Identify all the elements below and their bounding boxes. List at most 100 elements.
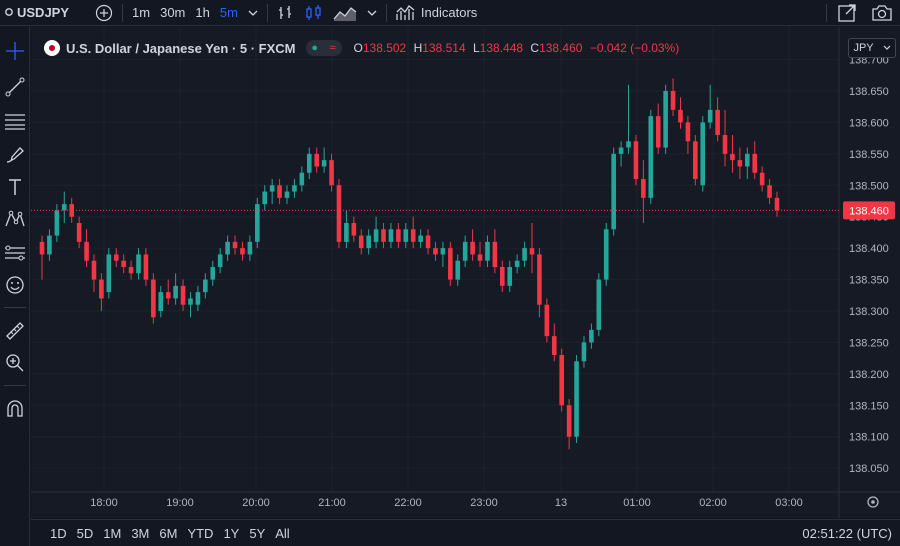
candle-body	[180, 285, 186, 305]
candle-body	[403, 229, 409, 242]
bottom-toolbar: 1D 5D 1M 3M 6M YTD 1Y 5Y All 02:51:22 (U…	[31, 519, 900, 546]
candle-body	[344, 223, 349, 242]
candle-body	[373, 229, 379, 242]
candle-body	[448, 248, 453, 280]
fullscreen-button[interactable]	[832, 0, 862, 26]
range-5y[interactable]: 5Y	[244, 526, 270, 541]
chart-pane[interactable]: 138.700 138.650 138.600 138.550 138.500 138.4…	[31, 27, 900, 518]
candle-body	[292, 185, 297, 192]
candle-body	[722, 135, 728, 154]
price-tick-label: 138.650	[849, 86, 889, 98]
ruler-icon	[6, 322, 24, 340]
range-5d[interactable]: 5D	[72, 526, 99, 541]
time-tick-label: 19:00	[166, 497, 194, 509]
utc-clock[interactable]: 02:51:22 (UTC)	[802, 526, 892, 541]
candle-body	[173, 285, 178, 299]
divider	[826, 4, 827, 22]
range-1d[interactable]: 1D	[45, 526, 72, 541]
snapshot-button[interactable]	[866, 0, 898, 26]
candle-body	[685, 122, 691, 142]
time-tick-label: 01:00	[623, 497, 651, 509]
candle-body	[136, 254, 141, 274]
divider	[4, 307, 26, 308]
candle-body	[358, 235, 364, 249]
candle-body	[217, 254, 223, 267]
interval-1h[interactable]: 1h	[190, 0, 214, 26]
candle-body	[151, 279, 156, 318]
price-tick-label: 138.550	[849, 149, 889, 161]
currency-flag-icon	[44, 40, 60, 56]
candle-body	[39, 241, 45, 255]
chart-type-dropdown[interactable]	[362, 0, 382, 26]
range-1y[interactable]: 1Y	[218, 526, 244, 541]
candle-body	[611, 153, 616, 230]
candle-body	[299, 172, 305, 186]
chevron-down-icon	[367, 10, 377, 16]
text-icon	[9, 179, 21, 195]
indicators-button[interactable]: Indicators	[391, 0, 482, 26]
candle-body	[396, 229, 401, 242]
magnet-tool[interactable]	[0, 397, 30, 421]
fib-tool[interactable]	[0, 109, 30, 133]
measure-tool[interactable]	[0, 319, 30, 343]
change-value: −0.042 (−0.03%)	[589, 41, 680, 55]
pattern-tool[interactable]	[0, 207, 30, 231]
legend-title[interactable]: U.S. Dollar / Japanese Yen · 5 · FXCM	[66, 41, 296, 56]
time-tick-label: 22:00	[394, 497, 422, 509]
candle-body	[433, 248, 438, 255]
bar-style-button[interactable]	[272, 0, 300, 26]
candle-body	[76, 223, 82, 242]
symbol-label: USDJPY	[17, 5, 70, 20]
last-price-label: 138.460	[849, 205, 889, 217]
interval-1m[interactable]: 1m	[127, 0, 155, 26]
approx-icon: ≈	[329, 42, 336, 54]
candle-body	[425, 235, 431, 249]
range-3m[interactable]: 3M	[126, 526, 154, 541]
time-tick-label: 21:00	[318, 497, 346, 509]
prediction-tool[interactable]	[0, 241, 30, 265]
candle-style-button[interactable]	[300, 0, 328, 26]
currency-select[interactable]: JPY	[848, 38, 896, 58]
range-ytd[interactable]: YTD	[182, 526, 218, 541]
interval-dropdown[interactable]	[243, 0, 263, 26]
interval-30m[interactable]: 30m	[155, 0, 190, 26]
candle-body	[188, 298, 193, 305]
market-status[interactable]: ● ≈	[305, 40, 342, 56]
candle-body	[143, 254, 149, 280]
open-value: 138.502	[362, 41, 407, 55]
crosshair-tool[interactable]	[0, 39, 30, 63]
range-1m[interactable]: 1M	[98, 526, 126, 541]
candle-body	[544, 304, 550, 337]
candle-body	[566, 405, 572, 437]
time-tick-label: 03:00	[775, 497, 803, 509]
low-key: L	[472, 41, 480, 55]
candle-body	[693, 141, 698, 179]
candles-icon	[306, 4, 321, 20]
icon-tool[interactable]	[0, 273, 30, 297]
candle-body	[210, 267, 216, 280]
candle-body	[47, 235, 52, 255]
interval-5m[interactable]: 5m	[215, 0, 243, 26]
candle-body	[455, 260, 461, 280]
range-all[interactable]: All	[270, 526, 294, 541]
brush-tool[interactable]	[0, 143, 30, 167]
dot-icon: ●	[311, 42, 318, 54]
candle-body	[158, 292, 164, 311]
price-tick-label: 138.100	[849, 432, 889, 444]
candle-body	[477, 254, 483, 261]
drawing-toolbar	[0, 27, 30, 546]
range-6m[interactable]: 6M	[154, 526, 182, 541]
area-style-button[interactable]	[328, 0, 362, 26]
symbol-search[interactable]: USDJPY	[0, 0, 74, 26]
time-tick-label: 02:00	[699, 497, 727, 509]
search-icon	[5, 7, 13, 16]
text-tool[interactable]	[0, 175, 30, 199]
price-chart[interactable]: 138.700138.650138.600138.550138.500138.4…	[31, 27, 900, 518]
candle-body	[767, 185, 772, 198]
compare-button[interactable]	[90, 0, 118, 26]
zoom-tool[interactable]	[0, 351, 30, 375]
candle-body	[388, 229, 394, 242]
crosshair-icon	[6, 42, 24, 60]
trendline-tool[interactable]	[0, 75, 30, 99]
smiley-icon	[6, 276, 24, 294]
